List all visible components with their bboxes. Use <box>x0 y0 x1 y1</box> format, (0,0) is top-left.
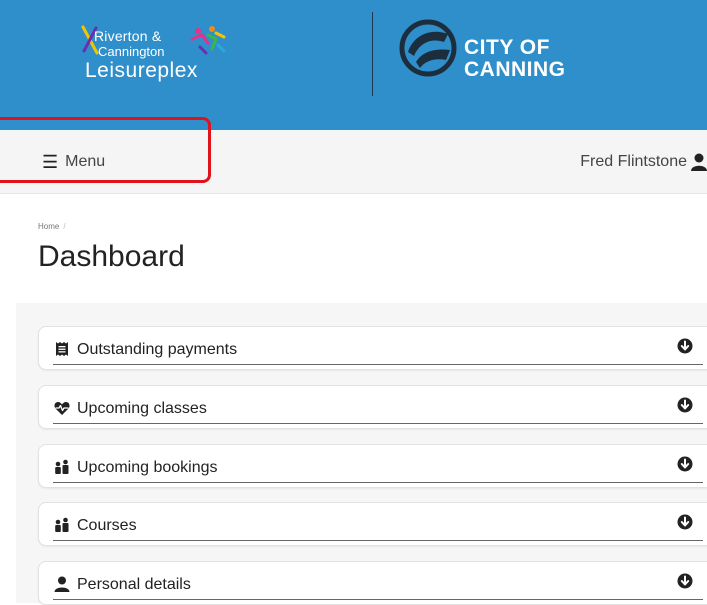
receipt-icon <box>56 342 68 356</box>
logo-line-2: Cannington <box>98 44 165 59</box>
section-courses[interactable]: Courses <box>38 502 707 546</box>
section-underline <box>53 423 703 424</box>
expand-arrow-icon[interactable] <box>677 514 693 530</box>
menu-highlight-annotation <box>0 117 211 183</box>
user-name: Fred Flintstone <box>580 153 687 170</box>
section-label: Outstanding payments <box>77 341 238 358</box>
user-icon <box>691 153 707 171</box>
site-header: Riverton & Cannington Leisureplex CITY O… <box>0 0 707 130</box>
logo-line-3: Leisureplex <box>85 59 198 82</box>
section-label: Personal details <box>77 576 191 593</box>
canning-emblem-icon <box>399 19 457 77</box>
city-of-canning-logo[interactable]: CITY OF CANNING <box>398 18 565 83</box>
section-label: Upcoming classes <box>77 400 207 417</box>
section-personal-details[interactable]: Personal details <box>38 561 707 605</box>
figures-icon <box>190 26 226 55</box>
expand-arrow-icon[interactable] <box>677 338 693 354</box>
council-name-line-2: CANNING <box>464 58 566 81</box>
section-upcoming-classes[interactable]: Upcoming classes <box>38 385 707 429</box>
breadcrumb-separator: / <box>63 222 66 231</box>
user-icon <box>54 576 70 592</box>
section-label: Upcoming bookings <box>77 459 218 476</box>
page-title: Dashboard <box>38 240 185 273</box>
people-icon <box>55 517 69 532</box>
header-divider <box>372 12 373 96</box>
heartbeat-icon <box>54 402 70 415</box>
logo-line-1: Riverton & <box>94 28 162 44</box>
section-underline <box>53 599 703 600</box>
expand-arrow-icon[interactable] <box>677 573 693 589</box>
section-outstanding-payments[interactable]: Outstanding payments <box>38 326 707 370</box>
people-icon <box>55 459 69 474</box>
section-underline <box>53 364 703 365</box>
section-label: Courses <box>77 517 137 534</box>
expand-arrow-icon[interactable] <box>677 397 693 413</box>
leisureplex-logo[interactable]: Riverton & Cannington Leisureplex <box>80 25 230 90</box>
section-upcoming-bookings[interactable]: Upcoming bookings <box>38 444 707 488</box>
expand-arrow-icon[interactable] <box>677 456 693 472</box>
breadcrumb-home-link[interactable]: Home <box>38 222 59 231</box>
breadcrumb: Home / <box>38 222 66 231</box>
section-underline <box>53 540 703 541</box>
council-name-line-1: CITY OF <box>464 36 550 59</box>
user-menu[interactable]: Fred Flintstone <box>580 153 707 171</box>
section-underline <box>53 482 703 483</box>
